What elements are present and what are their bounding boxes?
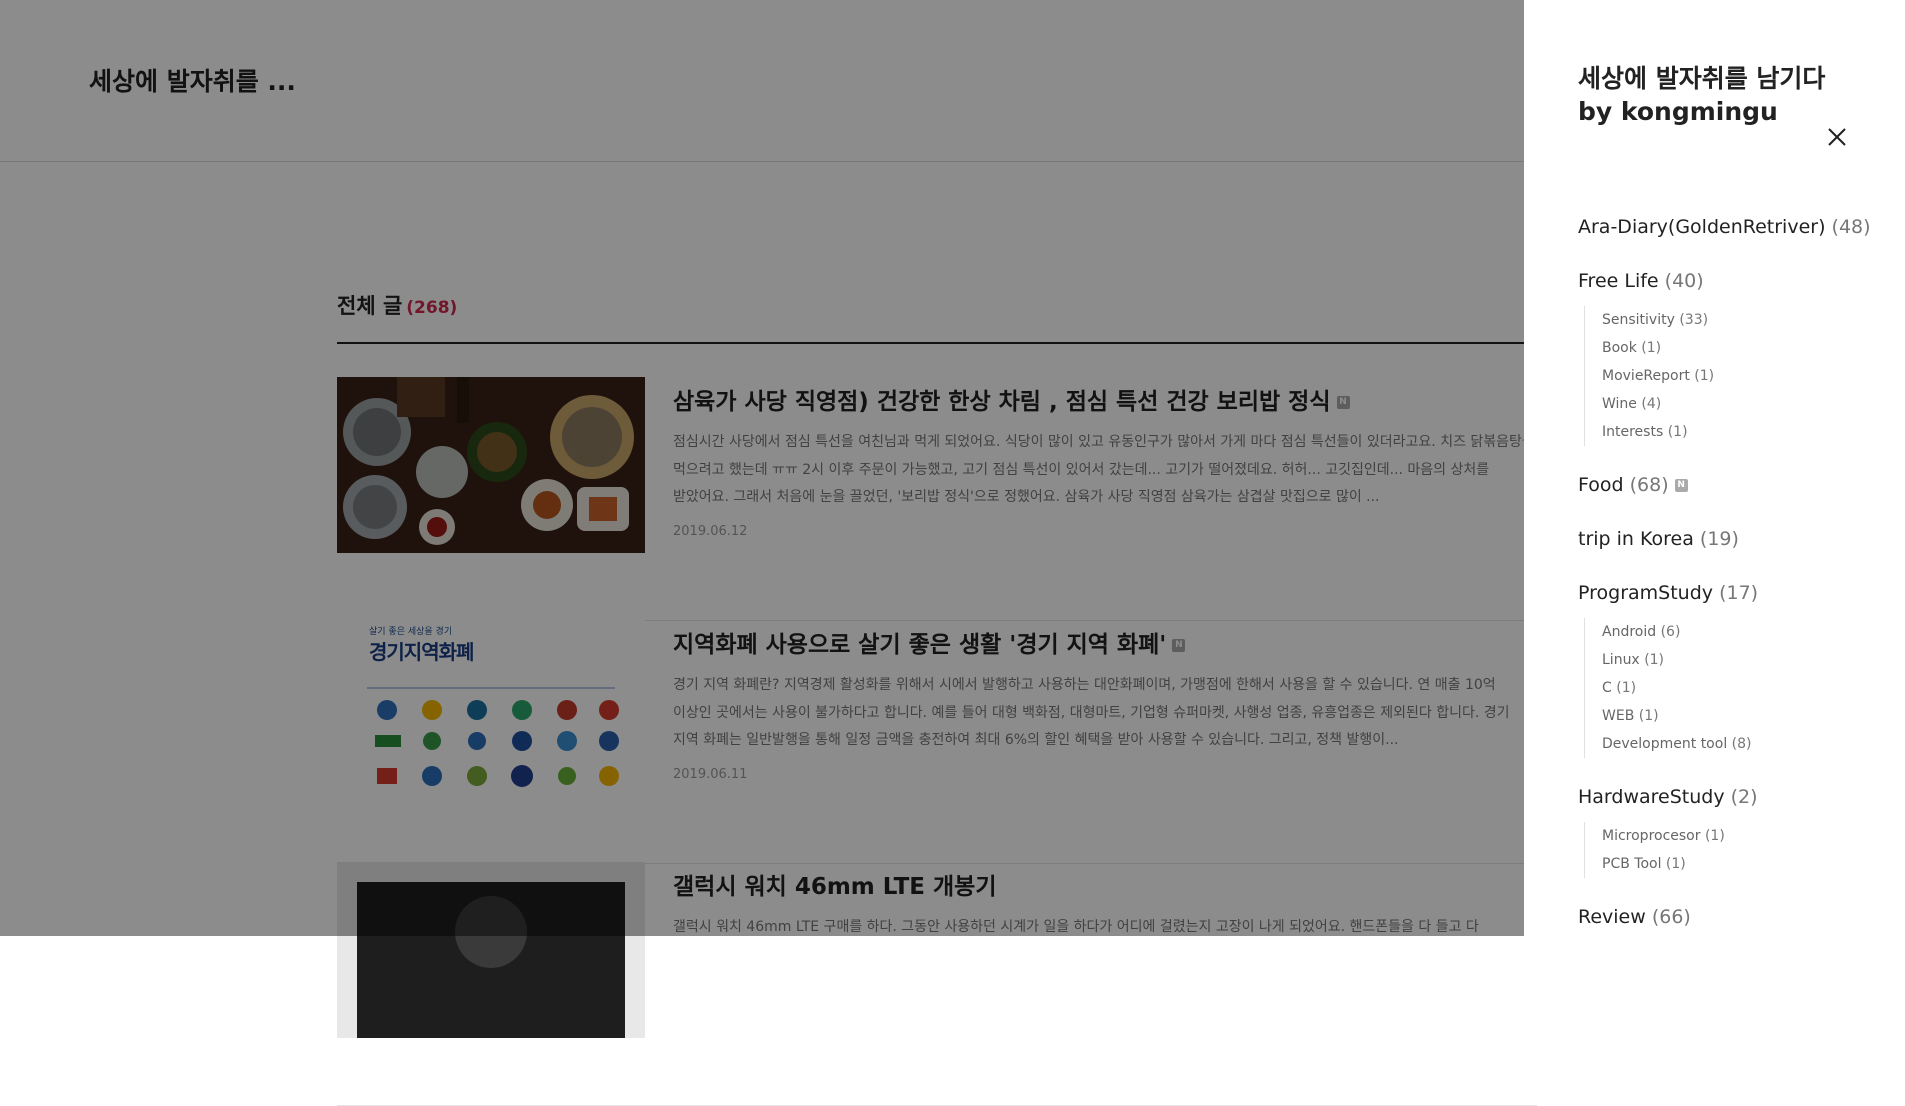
subcategory-item[interactable]: C (1) xyxy=(1602,674,1898,702)
subcategory-list: Sensitivity (33) Book (1) MovieReport (1… xyxy=(1584,306,1898,446)
drawer-title-line1: 세상에 발자취를 남기다 xyxy=(1578,64,1826,93)
category-label[interactable]: Review xyxy=(1578,906,1646,928)
subcategory-label[interactable]: MovieReport xyxy=(1602,368,1690,384)
drawer-title-line2: by kongmingu xyxy=(1578,97,1778,126)
subcategory-label[interactable]: Wine xyxy=(1602,396,1637,412)
subcategory-count: (1) xyxy=(1694,368,1715,384)
subcategory-item[interactable]: MovieReport (1) xyxy=(1602,362,1898,390)
category-program-study[interactable]: ProgramStudy (17) Android (6) Linux (1) … xyxy=(1578,578,1898,758)
category-label[interactable]: trip in Korea xyxy=(1578,528,1694,550)
category-count: (48) xyxy=(1831,216,1871,238)
subcategory-item[interactable]: Interests (1) xyxy=(1602,418,1898,446)
new-badge: N xyxy=(1674,479,1688,492)
close-icon[interactable] xyxy=(1824,124,1850,150)
category-hardware-study[interactable]: HardwareStudy (2) Microprocesor (1) PCB … xyxy=(1578,782,1898,878)
subcategory-count: (1) xyxy=(1616,680,1637,696)
drawer-title: 세상에 발자취를 남기다 by kongmingu xyxy=(1578,62,1858,128)
subcategory-count: (33) xyxy=(1679,312,1709,328)
category-count: (66) xyxy=(1651,906,1691,928)
subcategory-label[interactable]: Sensitivity xyxy=(1602,312,1675,328)
subcategory-label[interactable]: Microprocesor xyxy=(1602,828,1701,844)
category-drawer: 세상에 발자취를 남기다 by kongmingu Ara-Diary(Gold… xyxy=(1524,0,1905,936)
category-count: (2) xyxy=(1730,786,1758,808)
subcategory-count: (1) xyxy=(1665,856,1686,872)
subcategory-count: (1) xyxy=(1638,708,1659,724)
subcategory-item[interactable]: WEB (1) xyxy=(1602,702,1898,730)
category-list: Ara-Diary(GoldenRetriver) (48) Free Life… xyxy=(1578,212,1898,936)
subcategory-count: (1) xyxy=(1644,652,1665,668)
subcategory-label[interactable]: Book xyxy=(1602,340,1637,356)
subcategory-item[interactable]: Book (1) xyxy=(1602,334,1898,362)
category-count: (68) xyxy=(1629,474,1669,496)
category-label[interactable]: HardwareStudy xyxy=(1578,786,1725,808)
subcategory-item[interactable]: Sensitivity (33) xyxy=(1602,306,1898,334)
subcategory-item[interactable]: Linux (1) xyxy=(1602,646,1898,674)
subcategory-label[interactable]: C xyxy=(1602,680,1612,696)
subcategory-list: Android (6) Linux (1) C (1) WEB (1) Deve… xyxy=(1584,618,1898,758)
subcategory-label[interactable]: Interests xyxy=(1602,424,1663,440)
subcategory-item[interactable]: Wine (4) xyxy=(1602,390,1898,418)
subcategory-item[interactable]: Microprocesor (1) xyxy=(1602,822,1898,850)
subcategory-item[interactable]: PCB Tool (1) xyxy=(1602,850,1898,878)
subcategory-list: Microprocesor (1) PCB Tool (1) xyxy=(1584,822,1898,878)
category-count: (17) xyxy=(1719,582,1759,604)
close-button[interactable] xyxy=(1824,124,1850,150)
category-label[interactable]: Ara-Diary(GoldenRetriver) xyxy=(1578,216,1825,238)
subcategory-count: (1) xyxy=(1704,828,1725,844)
category-count: (40) xyxy=(1664,270,1704,292)
dim-overlay[interactable] xyxy=(0,0,1524,936)
category-label[interactable]: ProgramStudy xyxy=(1578,582,1713,604)
category-trip-in-korea[interactable]: trip in Korea (19) xyxy=(1578,524,1898,554)
subcategory-label[interactable]: Android xyxy=(1602,624,1656,640)
subcategory-item[interactable]: Android (6) xyxy=(1602,618,1898,646)
subcategory-count: (4) xyxy=(1641,396,1662,412)
category-label[interactable]: Free Life xyxy=(1578,270,1659,292)
subcategory-label[interactable]: Linux xyxy=(1602,652,1640,668)
category-review[interactable]: Review (66) xyxy=(1578,902,1898,932)
subcategory-item[interactable]: Development tool (8) xyxy=(1602,730,1898,758)
category-label[interactable]: Food xyxy=(1578,474,1624,496)
subcategory-count: (6) xyxy=(1660,624,1681,640)
subcategory-count: (1) xyxy=(1667,424,1688,440)
subcategory-count: (1) xyxy=(1641,340,1662,356)
subcategory-label[interactable]: Development tool xyxy=(1602,736,1727,752)
category-count: (19) xyxy=(1699,528,1739,550)
subcategory-label[interactable]: PCB Tool xyxy=(1602,856,1661,872)
subcategory-count: (8) xyxy=(1731,736,1752,752)
subcategory-label[interactable]: WEB xyxy=(1602,708,1634,724)
category-ara-diary[interactable]: Ara-Diary(GoldenRetriver) (48) xyxy=(1578,212,1898,242)
category-free-life[interactable]: Free Life (40) Sensitivity (33) Book (1)… xyxy=(1578,266,1898,446)
category-food[interactable]: Food (68) N xyxy=(1578,470,1898,500)
